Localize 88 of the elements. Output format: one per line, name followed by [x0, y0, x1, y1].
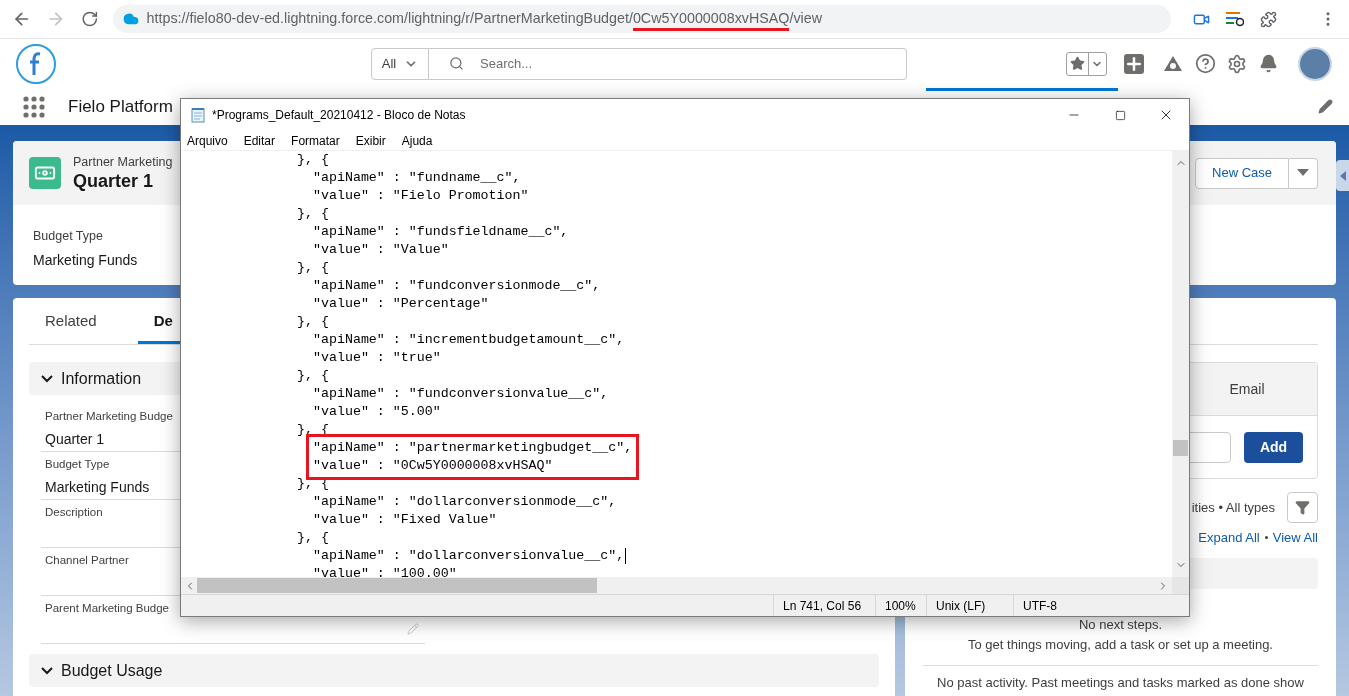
code-line: }, {	[297, 205, 329, 223]
app-logo[interactable]	[16, 43, 56, 84]
notepad-icon	[190, 107, 206, 123]
code-line: "value" : "5.00"	[313, 403, 441, 421]
code-line: "apiName" : "fundname__c",	[313, 169, 521, 187]
text-cursor	[625, 548, 627, 564]
code-line: "value" : "Value"	[313, 241, 449, 259]
search-scope-dropdown[interactable]: All	[371, 47, 429, 80]
object-label: Partner Marketing	[73, 154, 173, 170]
scrollbar-thumb[interactable]	[197, 578, 597, 593]
filter-summary: ities • All types	[1191, 498, 1275, 517]
more-actions-button[interactable]	[1289, 157, 1318, 189]
record-type-icon	[29, 157, 61, 189]
code-line: "apiName" : "dollarconversionmode__c",	[313, 493, 617, 511]
code-line: }, {	[297, 529, 329, 547]
menu-item[interactable]: Exibir	[350, 131, 391, 150]
code-line: "value" : "Fixed Value"	[313, 511, 497, 529]
reload-icon[interactable]	[81, 10, 99, 28]
status-text: Ln 741, Col 56	[783, 597, 862, 615]
code-line: }, {	[297, 313, 329, 331]
notifications-icon[interactable]	[1259, 54, 1278, 73]
scrollbar-thumb[interactable]	[1173, 440, 1188, 456]
menu-item[interactable]: Formatar	[286, 131, 345, 150]
menu-item[interactable]: Ajuda	[396, 131, 438, 150]
field-value: Marketing Funds	[45, 478, 150, 498]
add-button[interactable]: Add	[1244, 431, 1303, 463]
filter-button[interactable]	[1287, 492, 1318, 523]
activity-link[interactable]: View All	[1272, 528, 1318, 548]
field-label: Channel Partner	[45, 553, 129, 568]
code-line: }, {	[297, 367, 329, 385]
field-label: Partner Marketing Budge	[45, 409, 173, 424]
code-line: "apiName" : "partnermarketingbudget__c",	[313, 439, 633, 457]
status-text: 100%	[885, 597, 916, 615]
url-text: https://fielo80-dev-ed.lightning.force.com/lightning/r/PartnerMarketingBudget/0Cw5Y0000008xvHSAQ/view	[146, 8, 823, 30]
star-icon	[1070, 56, 1085, 71]
field-value: Quarter 1	[45, 430, 105, 450]
menu-item[interactable]: Editar	[238, 131, 281, 150]
address-bar[interactable]: https://fielo80-dev-ed.lightning.force.com/lightning/r/PartnerMarketingBudget/0Cw5Y0000008xvHSAQ/view	[112, 5, 1171, 33]
code-line: "apiName" : "dollarconversionvalue__c",	[313, 547, 625, 565]
code-line: "value" : "100.00"	[313, 565, 457, 577]
field-label: Description	[45, 505, 103, 520]
code-line: }, {	[297, 259, 329, 277]
app-name: Fielo Platform	[68, 95, 173, 118]
code-line: "value" : "0Cw5Y0000008xvHSAQ"	[313, 457, 553, 475]
settings-icon[interactable]	[1227, 53, 1247, 74]
vertical-scrollbar[interactable]	[1172, 151, 1189, 577]
highlight-value: Marketing Funds	[33, 250, 138, 270]
user-avatar[interactable]	[1298, 46, 1332, 81]
extensions-icon[interactable]	[1260, 10, 1277, 28]
window-title: *Programs_Default_20210412 - Bloco de Notas	[212, 107, 466, 124]
add-icon[interactable]	[1124, 53, 1144, 74]
section-header[interactable]: Budget Usage	[29, 654, 879, 687]
empty-state-title: No next steps.	[1078, 615, 1163, 634]
collapse-handle[interactable]	[1336, 160, 1349, 191]
menu-item[interactable]: Arquivo	[182, 131, 233, 150]
horizontal-scrollbar[interactable]	[181, 577, 1172, 594]
search-icon	[449, 55, 464, 71]
code-line: "apiName" : "fundconversionvalue__c",	[313, 385, 609, 403]
help-icon[interactable]	[1195, 53, 1216, 74]
action-button[interactable]: New Case	[1195, 157, 1289, 189]
code-line: "apiName" : "fundconversionmode__c",	[313, 277, 601, 295]
extension-icon[interactable]	[1226, 11, 1244, 27]
code-line: "value" : "Percentage"	[313, 295, 489, 313]
caret-icon	[1297, 169, 1309, 177]
status-text: Unix (LF)	[936, 597, 986, 615]
maximize-icon	[1114, 109, 1126, 121]
edit-field-icon[interactable]	[407, 623, 419, 635]
empty-state-hint: To get things moving, add a task or set up a meeting.	[968, 636, 1273, 654]
search-field[interactable]: Search...	[429, 47, 907, 80]
highlight-label: Budget Type	[33, 228, 104, 245]
status-text: UTF-8	[1023, 597, 1057, 615]
record-tab[interactable]: Related	[29, 298, 113, 344]
field-label: Parent Marketing Budge	[45, 601, 170, 616]
code-line: "apiName" : "fundsfieldname__c",	[313, 223, 569, 241]
field-label: Budget Type	[45, 457, 110, 472]
code-line: "value" : "Fielo Promotion"	[313, 187, 529, 205]
code-line: "value" : "true"	[313, 349, 441, 367]
code-line: "apiName" : "incrementbudgetamount__c",	[313, 331, 625, 349]
cloud-icon	[122, 11, 139, 27]
filter-icon	[1295, 500, 1310, 515]
past-activity-text: No past activity. Past meetings and tasks marked as done show	[937, 673, 1304, 692]
app-launcher-icon[interactable]	[23, 95, 45, 118]
record-title: Quarter 1	[73, 169, 155, 192]
code-line: }, {	[297, 151, 329, 169]
favorites-button[interactable]	[1066, 51, 1107, 76]
trailhead-icon[interactable]	[1163, 54, 1183, 73]
activity-link[interactable]: Expand All	[1198, 528, 1260, 548]
edit-nav-icon[interactable]	[1318, 99, 1333, 114]
